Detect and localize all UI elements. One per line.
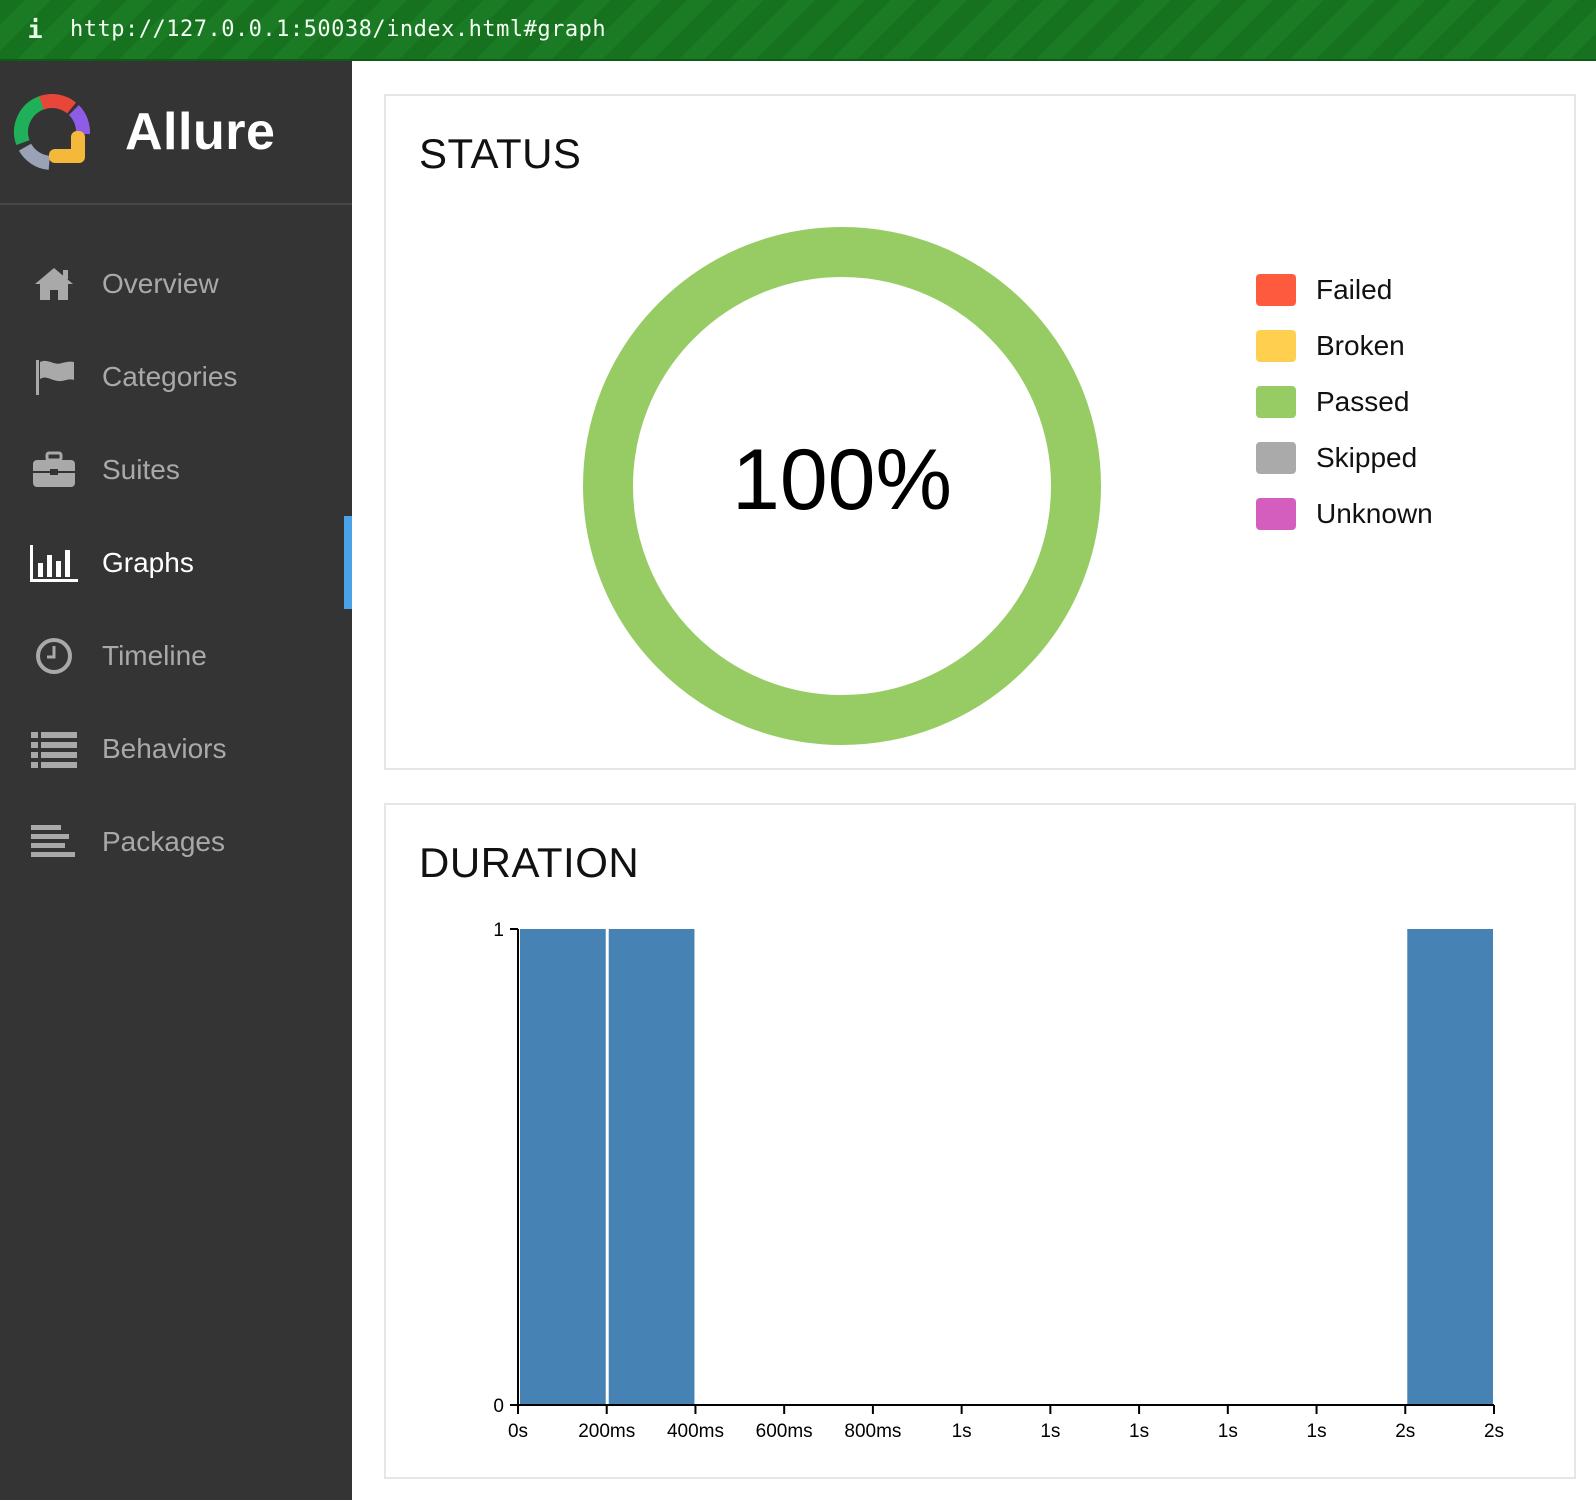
sidebar-item-categories[interactable]: Categories: [0, 330, 352, 423]
x-tick-label: 1s: [1307, 1421, 1327, 1442]
sidebar-item-behaviors[interactable]: Behaviors: [0, 702, 352, 795]
x-tick-label: 2s: [1484, 1421, 1504, 1442]
home-icon: [28, 264, 80, 304]
list-icon: [28, 729, 80, 769]
sidebar-item-suites[interactable]: Suites: [0, 423, 352, 516]
status-widget: STATUS 100% Failed Broken Passed Skipped…: [384, 94, 1576, 770]
legend-item-passed[interactable]: Passed: [1256, 374, 1433, 430]
x-tick-label: 0s: [508, 1421, 528, 1442]
duration-chart: 0 1 0s 200ms 400ms 600ms 800ms 1s 1s 1s 1s 1s 2s 2s: [493, 920, 1504, 1442]
legend-swatch: [1256, 498, 1296, 530]
sidebar-item-label: Suites: [102, 453, 180, 485]
legend-item-unknown[interactable]: Unknown: [1256, 486, 1433, 542]
brand-title: Allure: [125, 103, 276, 161]
brand[interactable]: Allure: [0, 61, 352, 205]
allure-logo-icon: [13, 94, 90, 170]
legend-item-broken[interactable]: Broken: [1256, 318, 1433, 374]
legend-label: Broken: [1316, 330, 1405, 361]
sidebar: Allure Overview Categories Suites Graphs: [0, 61, 352, 1500]
x-tick-label: 1s: [952, 1421, 972, 1442]
sidebar-item-label: Packages: [102, 825, 225, 857]
clock-icon: [28, 636, 80, 676]
url-text[interactable]: http://127.0.0.1:50038/index.html#graph: [70, 17, 606, 42]
duration-bar[interactable]: [520, 929, 606, 1405]
sidebar-item-label: Categories: [102, 360, 238, 392]
legend-swatch: [1256, 274, 1296, 306]
duration-bar[interactable]: [1407, 929, 1493, 1405]
x-tick-label: 1s: [1129, 1421, 1149, 1442]
status-title: STATUS: [419, 130, 582, 177]
align-left-icon: [28, 822, 80, 862]
x-tick-label: 2s: [1395, 1421, 1415, 1442]
sidebar-nav: Overview Categories Suites Graphs Timeli…: [0, 237, 352, 888]
legend-label: Unknown: [1316, 498, 1433, 529]
legend-label: Failed: [1316, 274, 1393, 305]
x-tick-label: 1s: [1218, 1421, 1238, 1442]
legend-swatch: [1256, 442, 1296, 474]
sidebar-item-label: Timeline: [102, 639, 207, 671]
duration-bar[interactable]: [608, 929, 695, 1405]
x-tick-label: 200ms: [578, 1421, 635, 1442]
x-tick-label: 400ms: [667, 1421, 724, 1442]
info-icon[interactable]: i: [0, 15, 70, 44]
address-bar[interactable]: i http://127.0.0.1:50038/index.html#grap…: [0, 0, 1596, 61]
duration-widget: DURATION 0 1 0s 200ms 400ms 600ms 800ms 1s 1s 1s 1…: [384, 803, 1576, 1479]
sidebar-item-overview[interactable]: Overview: [0, 237, 352, 330]
x-tick-label: 600ms: [756, 1421, 813, 1442]
legend-item-failed[interactable]: Failed: [1256, 262, 1433, 318]
status-legend: Failed Broken Passed Skipped Unknown: [1256, 262, 1433, 542]
legend-item-skipped[interactable]: Skipped: [1256, 430, 1433, 486]
bar-chart-icon: [28, 543, 80, 583]
sidebar-item-label: Graphs: [102, 546, 194, 578]
legend-swatch: [1256, 386, 1296, 418]
y-tick-label: 0: [493, 1396, 504, 1417]
sidebar-item-graphs[interactable]: Graphs: [0, 516, 352, 609]
sidebar-item-label: Behaviors: [102, 732, 227, 764]
legend-swatch: [1256, 330, 1296, 362]
x-tick-label: 800ms: [844, 1421, 901, 1442]
x-tick-label: 1s: [1040, 1421, 1060, 1442]
sidebar-item-timeline[interactable]: Timeline: [0, 609, 352, 702]
flag-icon: [28, 357, 80, 397]
status-percent: 100%: [732, 432, 952, 528]
briefcase-icon: [28, 450, 80, 490]
sidebar-item-label: Overview: [102, 267, 219, 299]
legend-label: Skipped: [1316, 442, 1418, 473]
y-tick-label: 1: [493, 920, 504, 941]
legend-label: Passed: [1316, 386, 1410, 417]
sidebar-item-packages[interactable]: Packages: [0, 795, 352, 888]
